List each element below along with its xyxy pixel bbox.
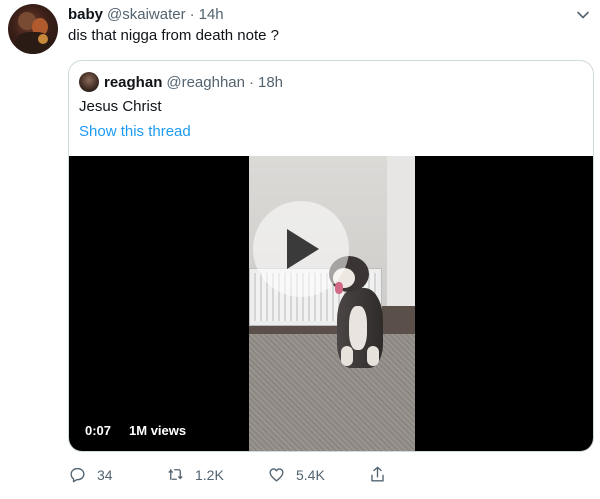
author-handle[interactable]: @skaiwater bbox=[107, 6, 186, 23]
like-button[interactable]: 5.4K bbox=[267, 465, 325, 484]
tweet-time[interactable]: 14h bbox=[199, 6, 224, 23]
separator: · bbox=[248, 73, 254, 91]
retweet-button[interactable]: 1.2K bbox=[166, 465, 224, 484]
share-icon bbox=[371, 466, 384, 482]
video-views: 1M views bbox=[123, 420, 193, 441]
play-button[interactable] bbox=[253, 201, 349, 297]
like-count: 5.4K bbox=[296, 466, 325, 483]
tweet-text: dis that nigga from death note ? bbox=[68, 27, 279, 44]
quoted-tweet-time: 18h bbox=[257, 73, 284, 91]
play-icon bbox=[287, 229, 319, 269]
show-thread-link[interactable]: Show this thread bbox=[79, 123, 191, 140]
quoted-tweet-text: Jesus Christ bbox=[79, 98, 162, 115]
retweet-count: 1.2K bbox=[195, 466, 224, 483]
reply-button[interactable]: 34 bbox=[68, 465, 113, 484]
heart-icon bbox=[269, 468, 284, 482]
tweet[interactable]: baby @skaiwater · 14h dis that nigga fro… bbox=[0, 0, 600, 499]
video-frame bbox=[249, 156, 415, 451]
quoted-author-name: reaghan bbox=[104, 73, 163, 91]
quoted-tweet[interactable]: reaghan @reaghhan · 18h Jesus Christ Sho… bbox=[68, 60, 594, 452]
share-button[interactable] bbox=[368, 465, 387, 484]
quoted-author-handle: @reaghhan bbox=[166, 73, 245, 91]
retweet-icon bbox=[168, 469, 183, 480]
reply-icon bbox=[70, 467, 85, 483]
author-avatar[interactable] bbox=[8, 4, 58, 54]
quoted-tweet-header: reaghan @reaghhan · 18h bbox=[104, 72, 283, 92]
separator: · bbox=[189, 5, 195, 23]
chevron-down-icon[interactable] bbox=[576, 8, 590, 22]
video-player[interactable]: 0:07 1M views bbox=[69, 156, 593, 451]
tweet-actions: 34 1.2K 5.4K bbox=[68, 465, 594, 487]
author-name[interactable]: baby bbox=[68, 6, 103, 23]
quoted-author-avatar bbox=[79, 72, 99, 92]
tweet-header: baby @skaiwater · 14h bbox=[68, 4, 224, 24]
video-badges: 0:07 1M views bbox=[79, 420, 193, 441]
video-duration: 0:07 bbox=[79, 420, 118, 441]
reply-count: 34 bbox=[97, 466, 113, 483]
